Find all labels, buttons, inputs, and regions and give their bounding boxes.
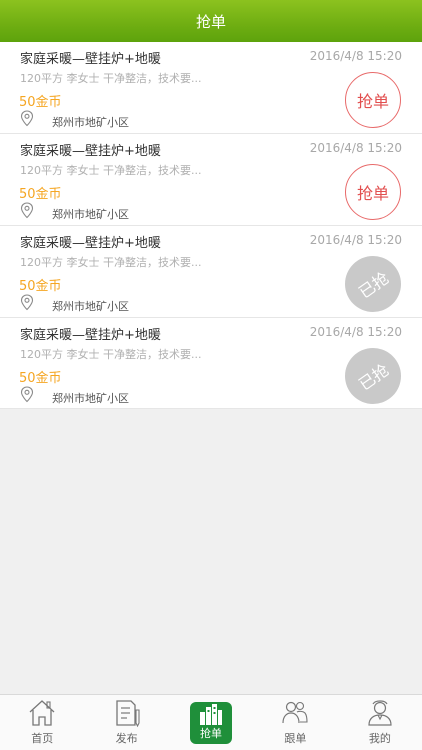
grab-order-button[interactable]: 抢单 <box>345 164 401 220</box>
profile-icon <box>368 700 392 726</box>
order-description: 120平方 李女士 干净整洁，技术要... <box>20 164 202 177</box>
order-price: 50金币 <box>19 279 62 294</box>
tab-profile[interactable]: 我的 <box>338 695 422 750</box>
grabbed-badge: 已抢 <box>345 348 401 404</box>
order-description: 120平方 李女士 干净整洁，技术要... <box>20 348 202 361</box>
grab-order-label: 抢单 <box>356 184 389 203</box>
order-title: 家庭采暖—壁挂炉+地暖 <box>20 328 161 343</box>
grabbed-label: 已抢 <box>355 268 393 303</box>
order-address: 郑州市地矿小区 <box>52 300 129 313</box>
order-address: 郑州市地矿小区 <box>52 208 129 221</box>
list-item[interactable]: 家庭采暖—壁挂炉+地暖 2016/4/8 15:20 120平方 李女士 干净整… <box>0 134 422 226</box>
top-bar: 抢单 <box>0 0 422 42</box>
tab-grab-order-label: 抢单 <box>200 727 223 740</box>
order-price: 50金币 <box>19 95 62 110</box>
order-date: 2016/4/8 15:20 <box>309 49 402 63</box>
tab-follow-order-label: 跟单 <box>284 732 307 745</box>
order-price: 50金币 <box>19 371 62 386</box>
location-pin-icon <box>20 110 34 127</box>
location-pin-icon <box>20 202 34 219</box>
list-item[interactable]: 家庭采暖—壁挂炉+地暖 2016/4/8 15:20 120平方 李女士 干净整… <box>0 42 422 134</box>
tab-publish[interactable]: 发布 <box>84 695 168 750</box>
bottom-tab-bar: 首页 发布 抢单 跟单 我的 <box>0 694 422 750</box>
order-address: 郑州市地矿小区 <box>52 392 129 405</box>
order-description: 120平方 李女士 干净整洁，技术要... <box>20 72 202 85</box>
grab-order-button[interactable]: 抢单 <box>345 72 401 128</box>
tab-follow-order[interactable]: 跟单 <box>253 695 337 750</box>
order-date: 2016/4/8 15:20 <box>309 325 402 339</box>
tab-home[interactable]: 首页 <box>0 695 84 750</box>
order-date: 2016/4/8 15:20 <box>309 233 402 247</box>
grab-order-label: 抢单 <box>356 92 389 111</box>
tab-grab-order-highlight: 抢单 <box>190 702 233 744</box>
list-item[interactable]: 家庭采暖—壁挂炉+地暖 2016/4/8 15:20 120平方 李女士 干净整… <box>0 318 422 409</box>
tab-grab-order[interactable]: 抢单 <box>169 695 253 750</box>
tab-publish-label: 发布 <box>115 732 138 745</box>
list-item[interactable]: 家庭采暖—壁挂炉+地暖 2016/4/8 15:20 120平方 李女士 干净整… <box>0 226 422 318</box>
home-icon <box>29 700 55 726</box>
order-date: 2016/4/8 15:20 <box>309 141 402 155</box>
order-title: 家庭采暖—壁挂炉+地暖 <box>20 52 161 67</box>
location-pin-icon <box>20 386 34 403</box>
order-description: 120平方 李女士 干净整洁，技术要... <box>20 256 202 269</box>
tab-profile-label: 我的 <box>368 732 391 745</box>
order-title: 家庭采暖—壁挂炉+地暖 <box>20 236 161 251</box>
follow-order-icon <box>282 701 308 724</box>
order-address: 郑州市地矿小区 <box>52 116 129 129</box>
location-pin-icon <box>20 294 34 311</box>
order-title: 家庭采暖—壁挂炉+地暖 <box>20 144 161 159</box>
page-title: 抢单 <box>195 12 226 31</box>
grab-order-icon <box>200 704 223 725</box>
tab-home-label: 首页 <box>31 732 54 745</box>
order-list: 家庭采暖—壁挂炉+地暖 2016/4/8 15:20 120平方 李女士 干净整… <box>0 42 422 409</box>
publish-icon <box>115 700 140 728</box>
grabbed-label: 已抢 <box>355 360 393 395</box>
order-price: 50金币 <box>19 187 62 202</box>
grabbed-badge: 已抢 <box>345 256 401 312</box>
